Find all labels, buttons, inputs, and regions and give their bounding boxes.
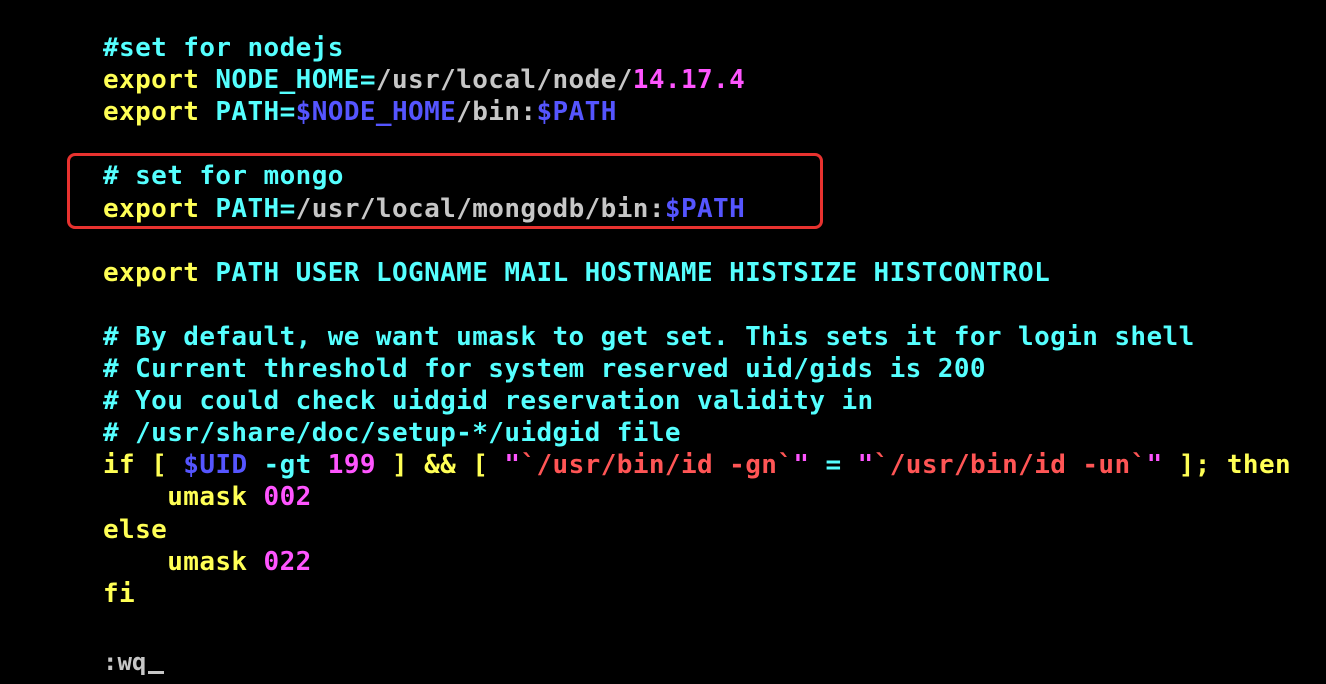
code-token: else	[103, 514, 168, 545]
code-token: -gt	[247, 450, 328, 481]
editor-line: # By default, we want umask to get set. …	[103, 321, 1195, 353]
code-token: "	[857, 450, 874, 481]
command-text: :wq	[103, 648, 147, 676]
editor-line: # /usr/share/doc/setup-*/uidgid file	[103, 417, 681, 449]
editor-line: export NODE_HOME=/usr/local/node/14.17.4	[103, 64, 745, 96]
editor-line: umask 022	[103, 546, 312, 578]
editor-line: export PATH=$NODE_HOME/bin:$PATH	[103, 96, 617, 128]
code-token: 199	[327, 450, 376, 481]
code-token: # Current threshold for system reserved …	[103, 354, 986, 384]
code-token: export	[103, 257, 216, 288]
editor-line: umask 002	[103, 481, 312, 513]
code-token: PATH=	[215, 97, 296, 128]
code-token: ]; then	[1162, 450, 1292, 481]
code-token: "	[1146, 450, 1163, 481]
code-token: #set for nodejs	[103, 33, 344, 63]
vim-editor-screen[interactable]: #set for nodejs export NODE_HOME=/usr/loc…	[0, 0, 1326, 684]
code-token: /bin:	[456, 97, 537, 128]
code-token: 022	[263, 546, 312, 577]
code-token: "	[504, 450, 521, 481]
vim-command-line[interactable]: :wq	[103, 646, 165, 678]
editor-line: else	[103, 514, 167, 546]
code-token: fi	[103, 578, 136, 609]
cursor	[148, 671, 165, 674]
code-token: # By default, we want umask to get set. …	[103, 321, 1195, 352]
code-token: PATH USER LOGNAME MAIL HOSTNAME HISTSIZE…	[215, 257, 1051, 288]
code-token: "	[793, 450, 810, 481]
editor-line: fi	[103, 578, 135, 610]
code-token: # /usr/share/doc/setup-*/uidgid file	[103, 418, 681, 449]
code-token: umask	[103, 482, 264, 513]
code-token: export	[103, 97, 216, 128]
code-token: =	[809, 450, 858, 481]
mongo-path-highlight-box	[67, 153, 823, 229]
code-token: umask	[103, 546, 264, 577]
editor-line: #set for nodejs	[103, 32, 344, 64]
editor-line: export PATH USER LOGNAME MAIL HOSTNAME H…	[103, 257, 1050, 289]
editor-line: if [ $UID -gt 199 ] && [ "`/usr/bin/id -…	[103, 449, 1291, 481]
editor-line: # You could check uidgid reservation val…	[103, 385, 874, 417]
code-token: 002	[263, 482, 312, 513]
code-token: /usr/local/node/	[375, 65, 633, 96]
editor-line: # Current threshold for system reserved …	[103, 353, 986, 385]
code-token: `/usr/bin/id -gn`	[520, 450, 794, 481]
code-token: 14.17.4	[632, 65, 746, 96]
code-token: if [	[103, 450, 184, 481]
code-token: NODE_HOME=	[215, 65, 376, 96]
code-token: `/usr/bin/id -un`	[873, 450, 1147, 481]
code-token: $NODE_HOME	[295, 97, 457, 128]
code-token: $PATH	[536, 97, 617, 128]
code-token: ] && [	[375, 450, 505, 481]
code-token: export	[103, 65, 216, 96]
code-token: # You could check uidgid reservation val…	[103, 386, 874, 417]
code-token: $UID	[183, 450, 248, 481]
